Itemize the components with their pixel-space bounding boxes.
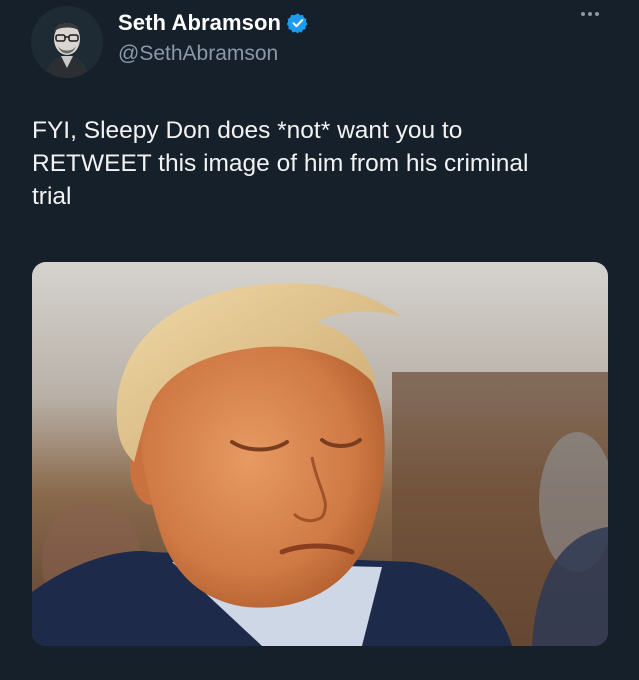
avatar[interactable] <box>31 6 103 78</box>
tweet-text: FYI, Sleepy Don does *not* want you to R… <box>32 114 607 213</box>
author-name-row[interactable]: Seth Abramson <box>118 10 309 36</box>
tweet-photo[interactable] <box>32 262 608 646</box>
tweet-text-line: RETWEET this image of him from his crimi… <box>32 150 529 177</box>
tweet-text-line: trial <box>32 183 72 210</box>
tweet-text-line: FYI, Sleepy Don does *not* want you to <box>32 117 463 144</box>
avatar-image <box>31 6 103 78</box>
photo-image <box>32 262 608 646</box>
more-options-icon[interactable] <box>581 12 599 16</box>
author-handle[interactable]: @SethAbramson <box>118 42 278 66</box>
verified-badge-icon <box>286 12 309 34</box>
tweet[interactable]: Seth Abramson @SethAbramson FYI, Sleepy … <box>0 0 639 680</box>
author-display-name[interactable]: Seth Abramson <box>118 10 281 36</box>
